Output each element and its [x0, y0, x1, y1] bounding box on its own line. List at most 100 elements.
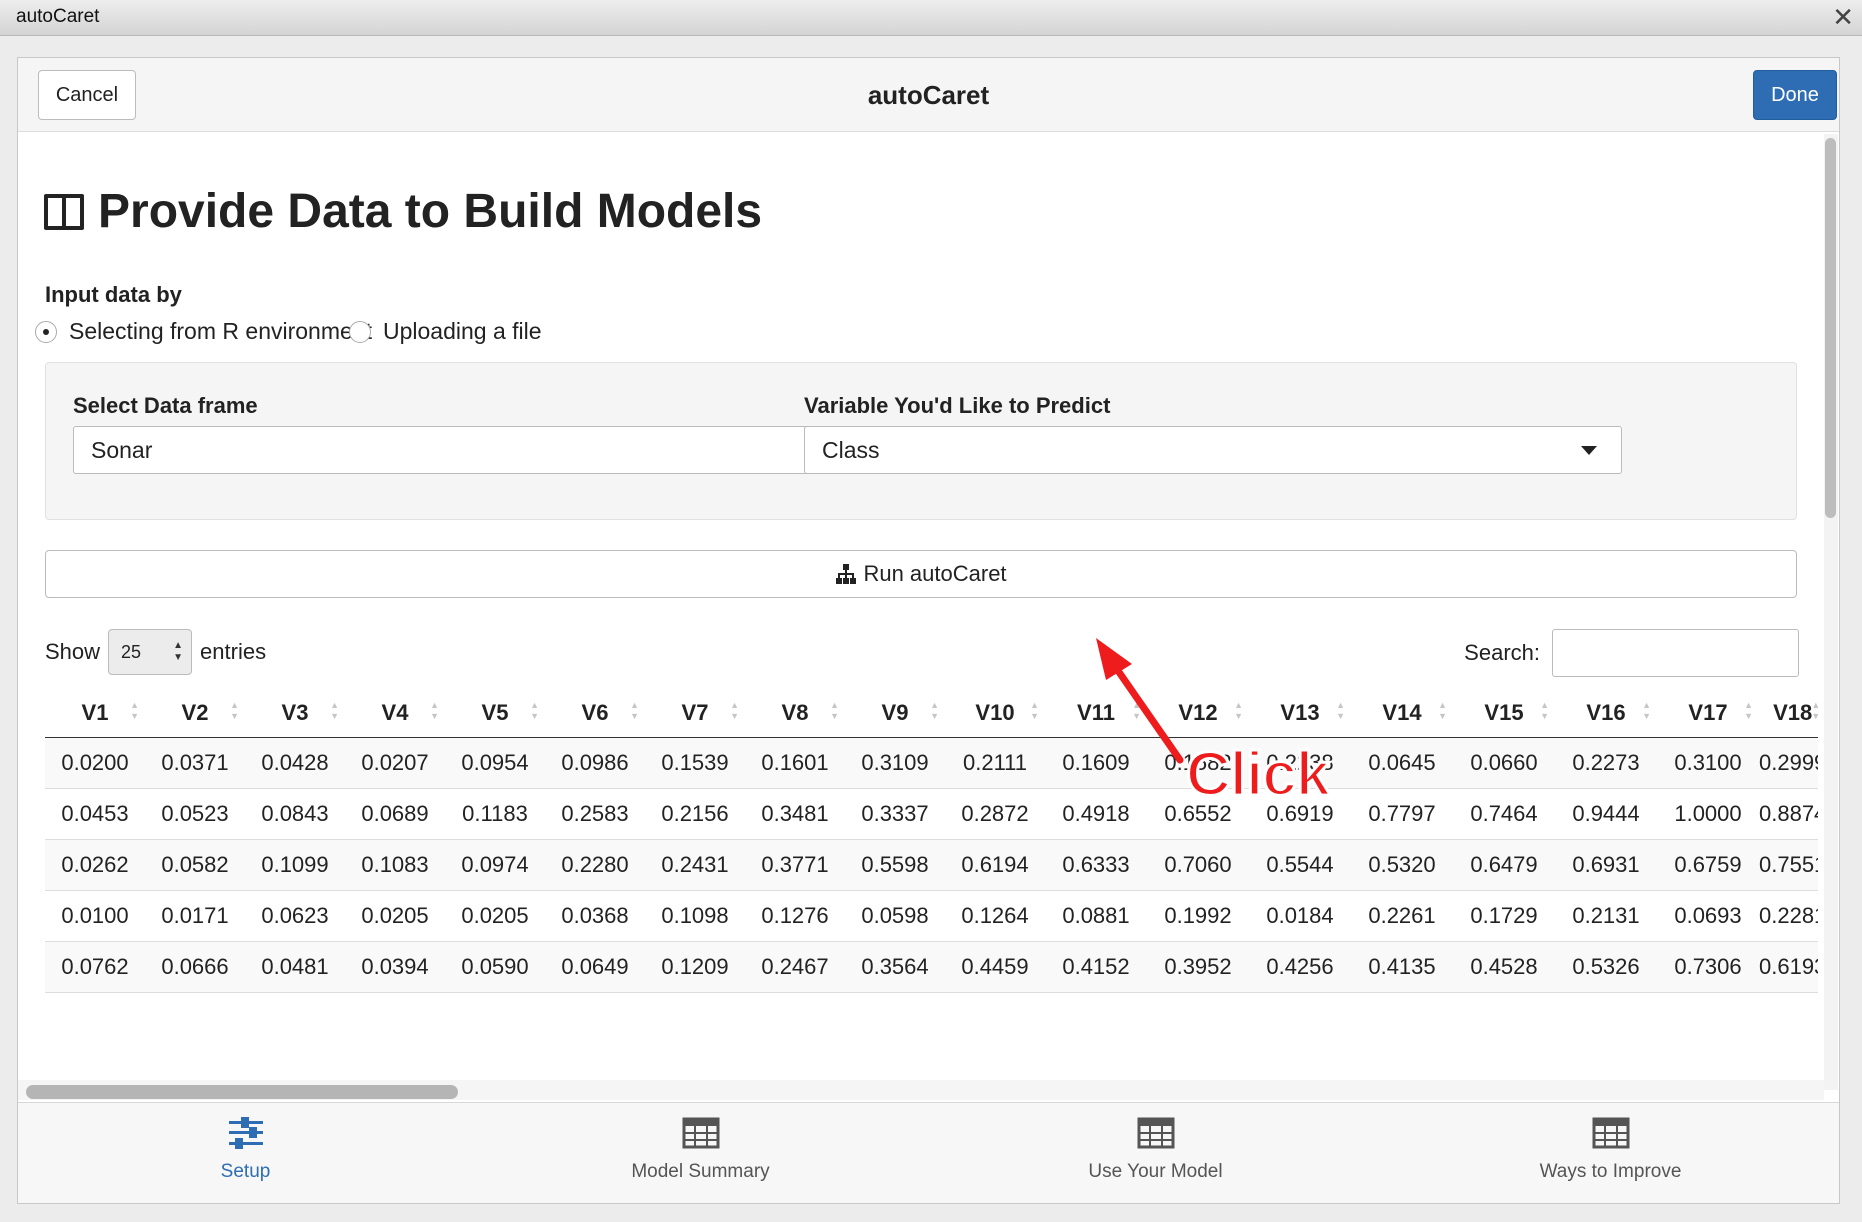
- tab-use-your-model[interactable]: Use Your Model: [928, 1103, 1383, 1203]
- column-header-label: V1: [81, 699, 109, 725]
- column-header[interactable]: V16 ▲ ▼: [1555, 688, 1657, 738]
- table-cell: 0.0590: [445, 941, 545, 993]
- window-close-icon[interactable]: ✕: [1832, 2, 1854, 33]
- page-length-control: Show 25 ▲ ▼ entries: [45, 629, 266, 675]
- table-cell: 0.6194: [945, 839, 1045, 891]
- table-cell: 0.0582: [145, 839, 245, 891]
- table-icon: [1137, 1117, 1174, 1149]
- table-cell: 0.3337: [845, 788, 945, 840]
- table-cell: 0.4528: [1453, 941, 1555, 993]
- table-cell: 0.7060: [1147, 839, 1249, 891]
- radio-r-environment[interactable]: Selecting from R environment: [35, 318, 372, 345]
- vertical-scrollbar-thumb[interactable]: [1825, 138, 1836, 518]
- sliders-icon: [228, 1117, 263, 1149]
- table-cell: 0.2131: [1555, 890, 1657, 942]
- column-header[interactable]: V17 ▲ ▼: [1657, 688, 1759, 738]
- table-cell: 0.0954: [445, 737, 545, 789]
- table-cell: 0.7306: [1657, 941, 1759, 993]
- show-label: Show: [45, 639, 101, 664]
- table-cell: 0.2281: [1759, 890, 1818, 942]
- column-header[interactable]: V12 ▲ ▼: [1147, 688, 1249, 738]
- table-icon: [682, 1117, 719, 1149]
- table-cell: 0.0371: [145, 737, 245, 789]
- table-cell: 1.0000: [1657, 788, 1759, 840]
- done-button[interactable]: Done: [1753, 70, 1837, 120]
- table-body: 0.0200 0.0371 0.0428 0.0207 0.0954 0.0986 0.15…: [45, 737, 1818, 993]
- column-header[interactable]: V7 ▲ ▼: [645, 688, 745, 738]
- table-cell: 0.3481: [745, 788, 845, 840]
- tab-ways-to-improve[interactable]: Ways to Improve: [1383, 1103, 1838, 1203]
- table-header-row: V1 ▲ ▼ V2 ▲ ▼ V3 ▲ ▼ V4 ▲ ▼ V5 ▲ ▼ V6 ▲ ▼ V7 ▲ ▼ V8 ▲ ▼ V9 ▲ ▼ V10 ▲…: [45, 688, 1818, 738]
- table-cell: 0.0171: [145, 890, 245, 942]
- table-cell: 0.0974: [445, 839, 545, 891]
- predict-variable-value: Class: [822, 437, 880, 463]
- table-cell: 0.1601: [745, 737, 845, 789]
- column-header[interactable]: V2 ▲ ▼: [145, 688, 245, 738]
- column-header[interactable]: V18▲▼: [1759, 688, 1818, 738]
- column-header[interactable]: V13 ▲ ▼: [1249, 688, 1351, 738]
- columns-icon: [44, 193, 84, 230]
- data-frame-select[interactable]: Sonar: [73, 426, 891, 474]
- table-cell: 0.0453: [45, 788, 145, 840]
- column-header[interactable]: V9 ▲ ▼: [845, 688, 945, 738]
- tab-model-summary[interactable]: Model Summary: [473, 1103, 928, 1203]
- table-cell: 0.0205: [345, 890, 445, 942]
- table-cell: 0.2999: [1759, 737, 1818, 789]
- column-header[interactable]: V11 ▲ ▼: [1045, 688, 1147, 738]
- sort-icon: ▲▼: [830, 700, 839, 721]
- table-row: 0.0262 0.0582 0.1099 0.1083 0.0974 0.2280 0.24…: [45, 839, 1818, 891]
- column-header[interactable]: V3 ▲ ▼: [245, 688, 345, 738]
- sort-icon: ▲▼: [1438, 700, 1447, 721]
- sitemap-icon: [836, 564, 857, 584]
- table-cell: 0.0666: [145, 941, 245, 993]
- sort-icon: ▲▼: [1642, 700, 1651, 721]
- table-cell: 0.5320: [1351, 839, 1453, 891]
- column-header[interactable]: V1 ▲ ▼: [45, 688, 145, 738]
- table-cell: 0.6193: [1759, 941, 1818, 993]
- sort-icon: ▲▼: [1540, 700, 1549, 721]
- horizontal-scrollbar[interactable]: [18, 1080, 1824, 1100]
- column-header[interactable]: V10 ▲ ▼: [945, 688, 1045, 738]
- window-title: autoCaret: [16, 6, 100, 27]
- horizontal-scrollbar-thumb[interactable]: [26, 1085, 458, 1099]
- data-frame-value: Sonar: [91, 437, 153, 463]
- tab-setup[interactable]: Setup: [18, 1103, 473, 1203]
- radio-unselected-icon[interactable]: [349, 320, 371, 343]
- column-header-label: V4: [381, 699, 409, 725]
- table-cell: 0.1183: [445, 788, 545, 840]
- radio-upload-file[interactable]: Uploading a file: [349, 318, 542, 345]
- column-header-label: V11: [1077, 699, 1115, 725]
- table-cell: 0.0262: [45, 839, 145, 891]
- table-cell: 0.1539: [645, 737, 745, 789]
- table-cell: 0.0184: [1249, 890, 1351, 942]
- table-cell: 0.0762: [45, 941, 145, 993]
- table-cell: 0.0689: [345, 788, 445, 840]
- column-header[interactable]: V15 ▲ ▼: [1453, 688, 1555, 738]
- table-cell: 0.4135: [1351, 941, 1453, 993]
- table-cell: 0.2583: [545, 788, 645, 840]
- column-header-label: V3: [281, 699, 309, 725]
- table-cell: 0.0207: [345, 737, 445, 789]
- column-header[interactable]: V14 ▲ ▼: [1351, 688, 1453, 738]
- column-header-label: V18: [1773, 699, 1813, 725]
- run-autocaret-button[interactable]: Run autoCaret: [45, 550, 1797, 598]
- vertical-scrollbar[interactable]: [1824, 134, 1838, 1090]
- column-header[interactable]: V5 ▲ ▼: [445, 688, 545, 738]
- sort-icon: ▲▼: [1234, 700, 1243, 721]
- predict-variable-select[interactable]: Class: [804, 426, 1622, 474]
- radio-selected-icon[interactable]: [35, 320, 57, 343]
- column-header[interactable]: V6 ▲ ▼: [545, 688, 645, 738]
- table-cell: 0.1992: [1147, 890, 1249, 942]
- tab-label: Setup: [220, 1161, 271, 1182]
- table-row: 0.0200 0.0371 0.0428 0.0207 0.0954 0.0986 0.15…: [45, 737, 1818, 789]
- data-frame-label: Select Data frame: [73, 393, 258, 418]
- table-cell: 0.0986: [545, 737, 645, 789]
- table-cell: 0.5326: [1555, 941, 1657, 993]
- search-input[interactable]: [1552, 629, 1799, 677]
- page-length-select[interactable]: 25 ▲ ▼: [108, 629, 193, 675]
- column-header[interactable]: V8 ▲ ▼: [745, 688, 845, 738]
- table-cell: 0.0598: [845, 890, 945, 942]
- column-header[interactable]: V4 ▲ ▼: [345, 688, 445, 738]
- sort-icon: ▲▼: [530, 700, 539, 721]
- table-cell: 0.2156: [645, 788, 745, 840]
